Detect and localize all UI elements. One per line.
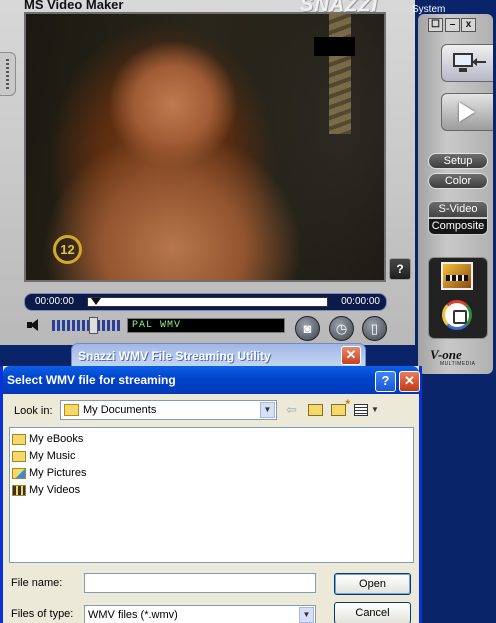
chevron-down-icon[interactable]: ▼ bbox=[299, 607, 314, 623]
volume-slider[interactable] bbox=[52, 320, 120, 331]
rope-detail bbox=[329, 14, 351, 134]
folder-icon bbox=[12, 433, 26, 445]
snazzi-close-button[interactable]: ✕ bbox=[341, 346, 361, 365]
look-in-value: My Documents bbox=[83, 404, 157, 416]
app-title: MS Video Maker bbox=[24, 0, 124, 12]
snazzi-title: Snazzi WMV File Streaming Utility bbox=[78, 349, 271, 363]
play-icon bbox=[459, 102, 475, 122]
svideo-button[interactable]: S-Video bbox=[428, 201, 488, 218]
file-type-label: Files of type: bbox=[11, 608, 74, 620]
time-start: 00:00:00 bbox=[35, 296, 74, 307]
close-button[interactable]: x bbox=[461, 18, 476, 32]
folder-icon bbox=[64, 404, 79, 416]
minimize-button[interactable]: – bbox=[445, 18, 460, 32]
new-folder-icon[interactable] bbox=[331, 397, 350, 416]
restore-button[interactable]: ☐ bbox=[428, 18, 443, 32]
up-folder-icon[interactable] bbox=[308, 404, 323, 416]
list-item[interactable]: My Pictures bbox=[12, 465, 86, 481]
dialog-title: Select WMV file for streaming bbox=[7, 373, 176, 387]
setup-button[interactable]: Setup bbox=[428, 153, 488, 169]
network-icon[interactable] bbox=[442, 300, 472, 330]
film-clapper-icon[interactable] bbox=[441, 262, 473, 290]
format-readout: PAL WMV bbox=[127, 318, 285, 333]
back-arrow-icon[interactable]: ⇦ bbox=[286, 402, 297, 418]
cancel-button[interactable]: Cancel bbox=[334, 602, 411, 623]
monitor-icon bbox=[453, 53, 473, 72]
desktop: MS Video Maker SNAZZI 12 ? 00:00:00 00:0… bbox=[0, 0, 496, 623]
list-item[interactable]: My eBooks bbox=[12, 431, 83, 447]
play-button[interactable] bbox=[441, 93, 493, 131]
time-end: 00:00:00 bbox=[341, 296, 380, 307]
volume-knob[interactable] bbox=[89, 317, 98, 334]
camera-icon[interactable]: ◙ bbox=[295, 316, 320, 341]
music-folder-icon bbox=[12, 450, 26, 462]
file-name-input[interactable] bbox=[84, 573, 316, 593]
file-type-value: WMV files (*.wmv) bbox=[88, 609, 178, 621]
video-preview: 12 bbox=[24, 12, 386, 282]
blacked-out-region bbox=[314, 37, 355, 56]
list-item-label: My Videos bbox=[29, 484, 81, 496]
view-menu-chevron-icon[interactable]: ▼ bbox=[371, 402, 379, 418]
open-button[interactable]: Open bbox=[334, 573, 411, 595]
help-button[interactable]: ? bbox=[389, 258, 411, 280]
seek-track[interactable] bbox=[87, 297, 328, 307]
seek-thumb-icon[interactable] bbox=[91, 298, 101, 305]
seek-bar[interactable]: 00:00:00 00:00:00 bbox=[24, 293, 387, 311]
list-item[interactable]: My Videos bbox=[12, 482, 80, 498]
dialog-close-button[interactable]: ✕ bbox=[399, 371, 420, 392]
list-item-label: My eBooks bbox=[29, 433, 84, 445]
videos-folder-icon bbox=[12, 484, 26, 496]
speaker-icon[interactable] bbox=[27, 318, 41, 332]
list-item[interactable]: My Music bbox=[12, 448, 75, 464]
arrow-left-icon bbox=[472, 58, 486, 66]
file-type-select[interactable]: WMV files (*.wmv) ▼ bbox=[84, 605, 316, 623]
view-menu-icon[interactable] bbox=[354, 404, 368, 416]
list-item-label: My Pictures bbox=[29, 467, 87, 479]
clock-icon[interactable]: ◷ bbox=[329, 316, 354, 341]
dialog-help-button[interactable]: ? bbox=[375, 371, 396, 392]
monitor-output-button[interactable] bbox=[441, 44, 493, 82]
list-item-label: My Music bbox=[29, 450, 76, 462]
brand-subtitle: MULTIMEDIA bbox=[440, 361, 476, 367]
file-dialog: Select WMV file for streaming ? ✕ Look i… bbox=[0, 366, 422, 623]
pictures-folder-icon bbox=[12, 467, 26, 479]
dialog-titlebar[interactable]: Select WMV file for streaming ? ✕ bbox=[3, 366, 420, 394]
file-list[interactable]: My eBooks My Music My Pictures My Videos bbox=[9, 427, 414, 563]
chevron-down-icon[interactable]: ▼ bbox=[260, 402, 275, 418]
channel-badge: 12 bbox=[53, 235, 82, 264]
composite-button[interactable]: Composite bbox=[428, 218, 488, 235]
look-in-label: Look in: bbox=[14, 405, 53, 417]
page-icon[interactable]: ▯ bbox=[362, 316, 387, 341]
file-name-label: File name: bbox=[11, 577, 63, 589]
panel-grip-handle[interactable] bbox=[0, 52, 16, 96]
color-button[interactable]: Color bbox=[428, 173, 488, 189]
look-in-select[interactable]: My Documents ▼ bbox=[60, 400, 277, 420]
